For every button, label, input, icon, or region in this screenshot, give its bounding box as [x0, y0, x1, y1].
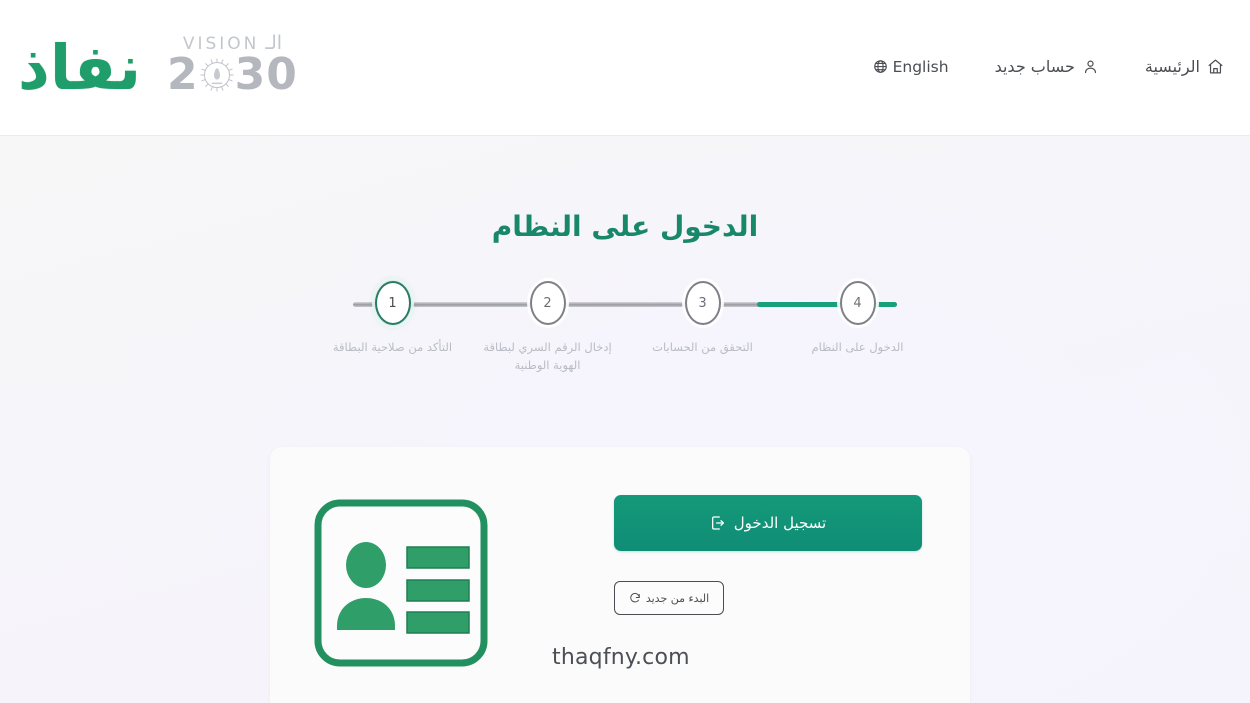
vision-2030-logo: VISION الـ 2 30: [167, 34, 298, 101]
restart-button-label: البدء من جديد: [645, 591, 710, 605]
nav-label-new-account: حساب جديد: [994, 57, 1075, 76]
site-header: الرئيسية حساب جديد English VISION الـ 2 …: [0, 0, 1250, 136]
nav-label-home: الرئيسية: [1144, 57, 1200, 76]
main-navigation: الرئيسية حساب جديد English: [873, 57, 1224, 78]
step-label-3: التحقق من الحسابات: [652, 340, 753, 354]
page-title: الدخول على النظام: [491, 210, 759, 243]
login-card-actions: تسجيل الدخول البدء من جديد thaqfny.com: [552, 491, 922, 670]
step-number-2: 2: [529, 281, 566, 325]
stepper-step-2[interactable]: 2 إدخال الرقم السري لبطاقة الهوية الوطني…: [470, 281, 625, 375]
step-number-1: 1: [374, 281, 411, 325]
nav-label-language: English: [892, 57, 949, 76]
vision-year-left: 2: [167, 49, 199, 100]
refresh-icon: [629, 592, 641, 604]
brand-logos: VISION الـ 2 30 نفاذ: [18, 34, 298, 101]
id-card-illustration: [310, 495, 492, 671]
progress-stepper: 4 الدخول على النظام 3 التحقق من الحسابات…: [315, 281, 935, 381]
stepper-step-1[interactable]: 1 التأكد من صلاحية البطاقة: [315, 281, 470, 375]
login-card: تسجيل الدخول البدء من جديد thaqfny.com: [270, 447, 970, 703]
login-arrow-icon: [710, 515, 726, 531]
globe-icon: [873, 59, 888, 74]
step-number-3: 3: [684, 281, 721, 325]
step-label-1: التأكد من صلاحية البطاقة: [332, 340, 453, 354]
site-watermark: thaqfny.com: [552, 645, 690, 670]
nav-item-home[interactable]: الرئيسية: [1145, 57, 1224, 76]
step-label-2: إدخال الرقم السري لبطاقة الهوية الوطنية: [483, 340, 612, 372]
login-button-label: تسجيل الدخول: [733, 514, 827, 532]
nav-item-new-account[interactable]: حساب جديد: [995, 57, 1099, 76]
stepper-step-3[interactable]: 3 التحقق من الحسابات: [625, 281, 780, 375]
nafath-logo[interactable]: نفاذ: [18, 36, 142, 99]
home-icon: [1207, 58, 1224, 75]
vision-2030-emblem-icon: [197, 55, 237, 95]
stepper-step-4[interactable]: 4 الدخول على النظام: [780, 281, 935, 375]
user-icon: [1082, 58, 1099, 75]
vision-year-right: 30: [234, 49, 298, 100]
nav-item-language[interactable]: English: [873, 58, 949, 76]
login-button[interactable]: تسجيل الدخول: [614, 495, 922, 551]
step-label-4: الدخول على النظام: [811, 340, 904, 354]
restart-button[interactable]: البدء من جديد: [614, 581, 724, 615]
page-body: الدخول على النظام 4 الدخول على النظام 3 …: [0, 136, 1250, 703]
step-number-4: 4: [839, 281, 876, 325]
